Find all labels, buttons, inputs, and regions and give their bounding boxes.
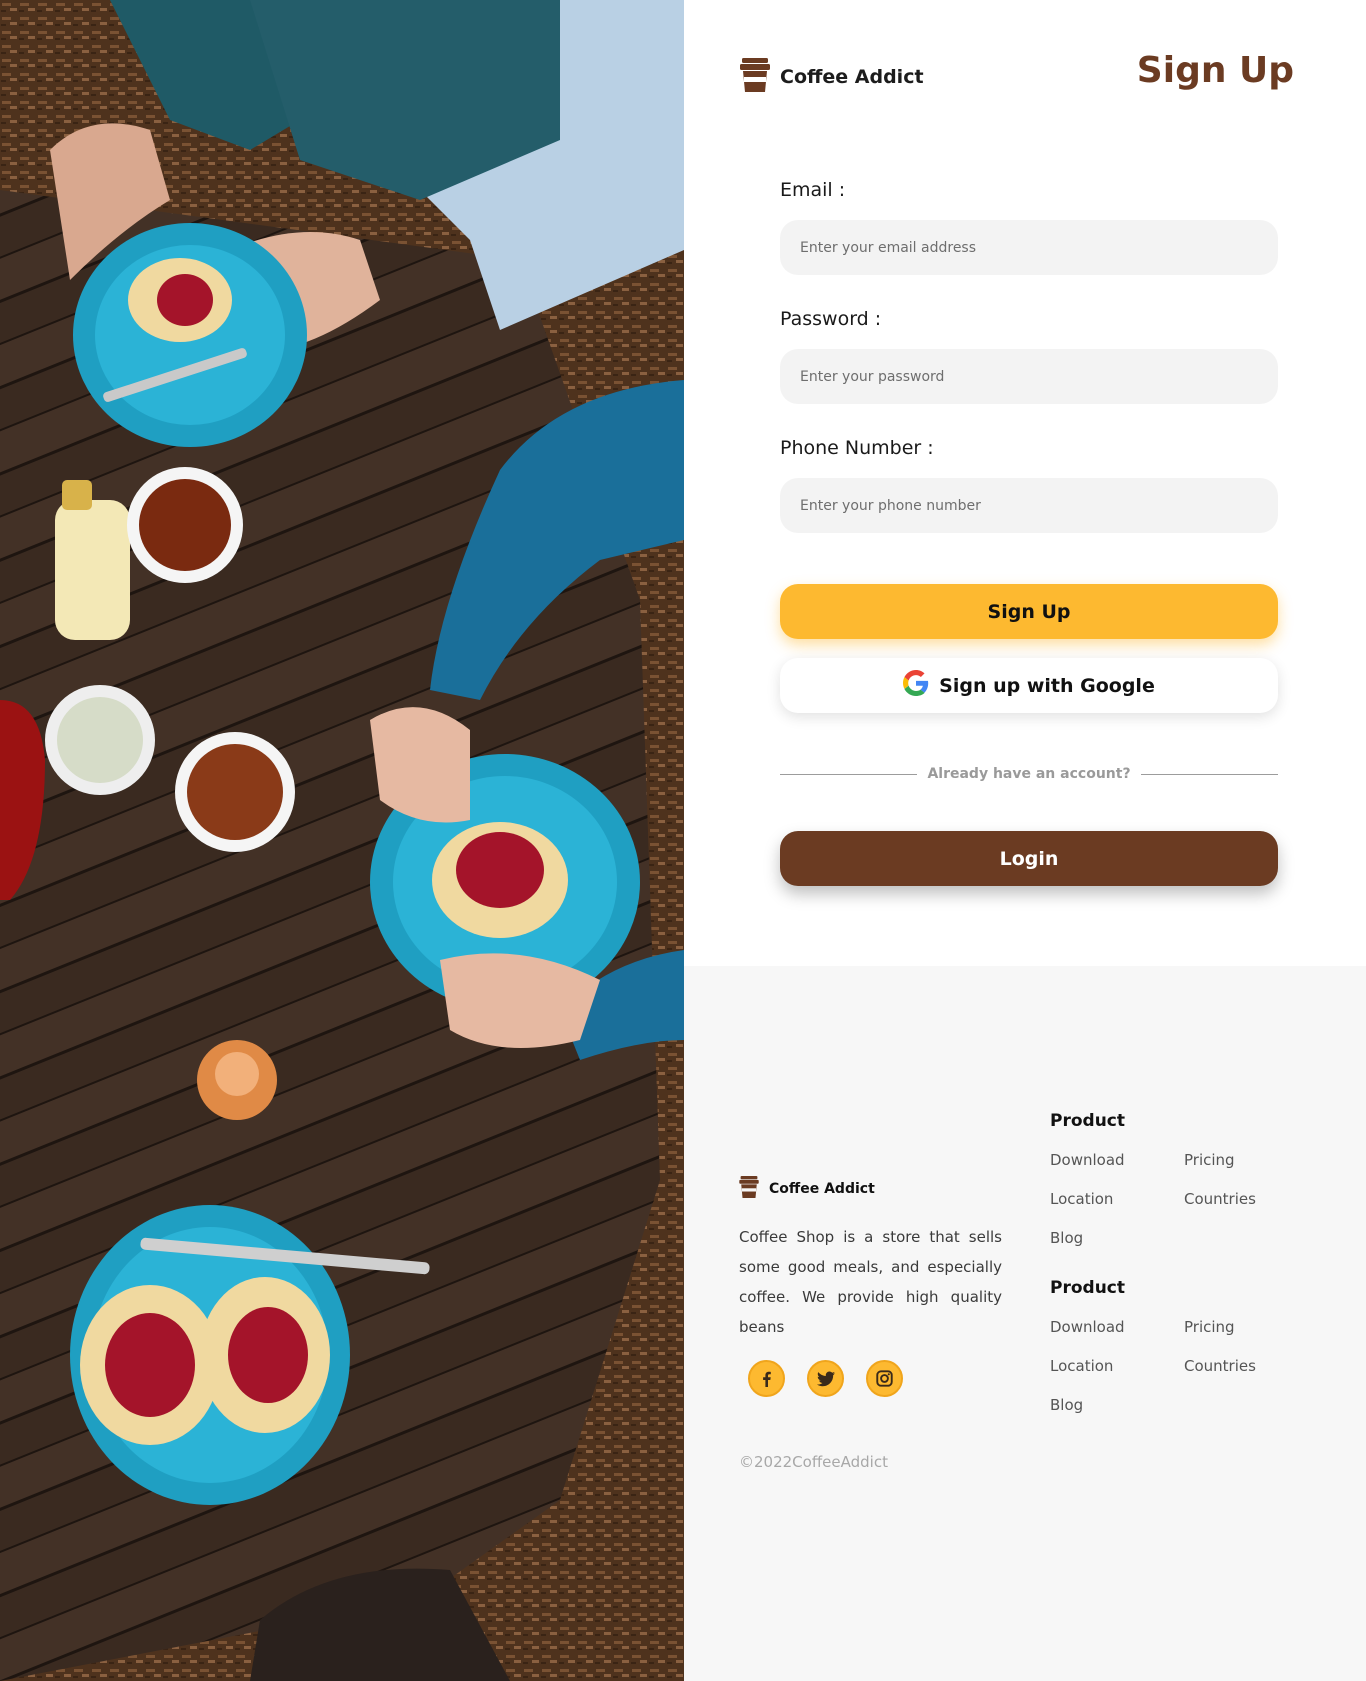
password-label: Password : bbox=[780, 308, 882, 330]
brand-name: Coffee Addict bbox=[780, 66, 924, 88]
account-divider: Already have an account? bbox=[780, 764, 1279, 784]
signup-button-label: Sign Up bbox=[987, 600, 1071, 623]
copyright-text: ©2022CoffeeAddict bbox=[739, 1453, 888, 1471]
footer-link-pricing[interactable]: Pricing bbox=[1184, 1149, 1324, 1171]
brand-logo[interactable]: Coffee Addict bbox=[740, 58, 924, 96]
login-button[interactable]: Login bbox=[780, 831, 1278, 886]
coffee-cup-icon bbox=[740, 58, 770, 96]
password-field-group: Password : bbox=[780, 307, 1278, 404]
footer-link-blog[interactable]: Blog bbox=[1050, 1394, 1184, 1416]
link-group-title: Product bbox=[1050, 1111, 1125, 1131]
email-field-group: Email : bbox=[780, 178, 1278, 275]
facebook-icon[interactable] bbox=[748, 1360, 785, 1397]
phone-label: Phone Number : bbox=[780, 437, 934, 459]
signup-button[interactable]: Sign Up bbox=[780, 584, 1278, 639]
hero-photo bbox=[0, 0, 684, 1681]
divider-line-left bbox=[780, 773, 918, 775]
email-label: Email : bbox=[780, 179, 846, 201]
signup-panel: Coffee Addict Sign Up Email : Password :… bbox=[684, 0, 1366, 1681]
footer-link-download[interactable]: Download bbox=[1050, 1149, 1184, 1171]
footer-link-countries[interactable]: Countries bbox=[1184, 1355, 1324, 1377]
signup-form: Email : Password : Phone Number : bbox=[780, 178, 1278, 565]
footer-brand[interactable]: Coffee Addict bbox=[739, 1176, 875, 1202]
footer-link-pricing[interactable]: Pricing bbox=[1184, 1316, 1324, 1338]
footer-link-countries[interactable]: Countries bbox=[1184, 1188, 1324, 1210]
breakfast-table-image bbox=[0, 0, 684, 1681]
link-group-title: Product bbox=[1050, 1278, 1125, 1298]
footer-link-blog[interactable]: Blog bbox=[1050, 1227, 1184, 1249]
twitter-icon[interactable] bbox=[807, 1360, 844, 1397]
divider-text: Already have an account? bbox=[927, 766, 1131, 782]
social-links bbox=[748, 1360, 903, 1397]
login-button-label: Login bbox=[999, 847, 1059, 870]
footer: Coffee Addict Coffee Shop is a store tha… bbox=[684, 966, 1366, 1681]
footer-link-group: Product Download Pricing Location Countr… bbox=[1050, 1277, 1330, 1416]
google-button-label: Sign up with Google bbox=[939, 674, 1155, 697]
footer-link-location[interactable]: Location bbox=[1050, 1355, 1184, 1377]
coffee-cup-icon bbox=[739, 1176, 759, 1202]
footer-description: Coffee Shop is a store that sells some g… bbox=[739, 1228, 1002, 1336]
phone-field-group: Phone Number : bbox=[780, 436, 1278, 533]
footer-link-location[interactable]: Location bbox=[1050, 1188, 1184, 1210]
google-signup-button[interactable]: Sign up with Google bbox=[780, 658, 1278, 713]
footer-link-group: Product Download Pricing Location Countr… bbox=[1050, 1110, 1330, 1249]
footer-link-download[interactable]: Download bbox=[1050, 1316, 1184, 1338]
phone-input[interactable] bbox=[780, 478, 1278, 533]
password-input[interactable] bbox=[780, 349, 1278, 404]
page-title: Sign Up bbox=[1136, 50, 1294, 91]
google-icon bbox=[903, 670, 929, 701]
instagram-icon[interactable] bbox=[866, 1360, 903, 1397]
divider-line-right bbox=[1140, 773, 1279, 775]
email-input[interactable] bbox=[780, 220, 1278, 275]
footer-brand-name: Coffee Addict bbox=[769, 1181, 875, 1197]
